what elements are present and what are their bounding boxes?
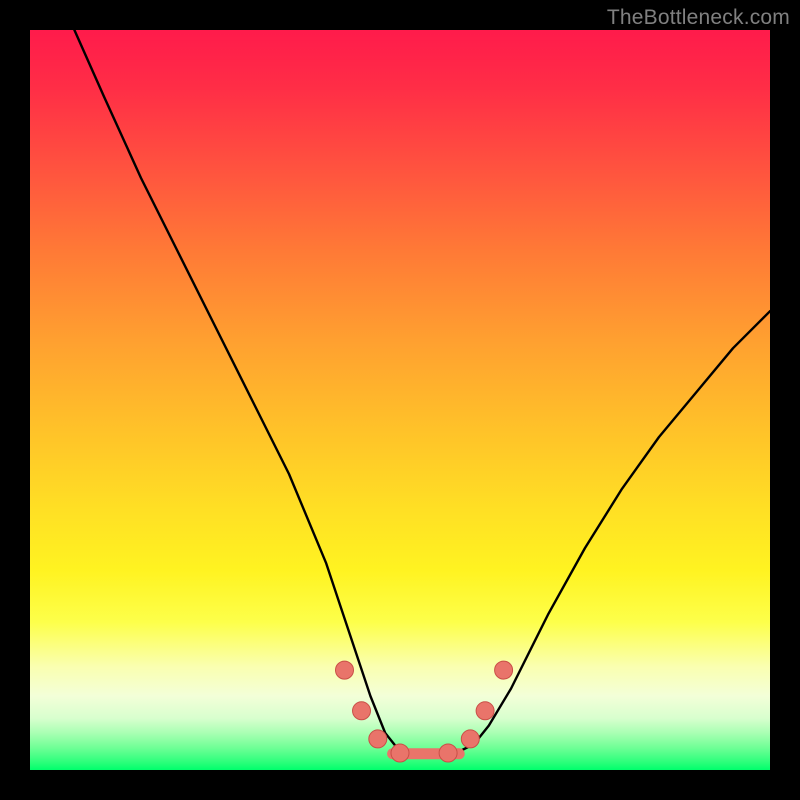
- marker-right-upper: [495, 661, 513, 679]
- marker-right-lower: [461, 730, 479, 748]
- marker-left-upper: [336, 661, 354, 679]
- plot-area: [30, 30, 770, 770]
- marker-right-mid: [476, 702, 494, 720]
- marker-left-mid: [353, 702, 371, 720]
- marker-left-lower: [369, 730, 387, 748]
- chart-svg: [30, 30, 770, 770]
- watermark-text: TheBottleneck.com: [607, 6, 790, 30]
- marker-trough-r: [439, 744, 457, 762]
- chart-frame: TheBottleneck.com: [0, 0, 800, 800]
- bottleneck-curve: [74, 30, 770, 755]
- marker-trough-l: [391, 744, 409, 762]
